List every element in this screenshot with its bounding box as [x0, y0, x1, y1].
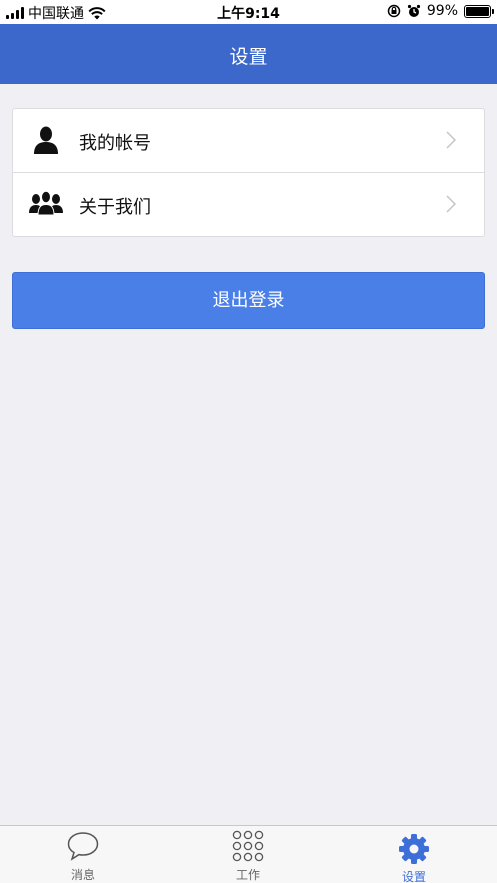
- battery-percent: 99%: [426, 3, 458, 19]
- status-right: 99%: [387, 3, 494, 19]
- chevron-right-icon: [446, 195, 456, 213]
- tab-label: 消息: [70, 868, 95, 882]
- person-icon: [34, 126, 58, 154]
- nav-bar: 设置: [0, 24, 497, 84]
- tab-messages[interactable]: 消息: [0, 826, 166, 883]
- settings-screen: 中国联通 上午9:14 99% 设置 我的帐号 关于我们 退出登录 消息 工作 …: [0, 0, 497, 883]
- settings-list: 我的帐号 关于我们: [12, 108, 485, 237]
- group-icon: [29, 190, 63, 216]
- tab-work[interactable]: 工作: [165, 826, 331, 883]
- rotation-lock-icon: [387, 4, 401, 18]
- list-item-my-account[interactable]: 我的帐号: [13, 109, 484, 172]
- tab-bar: 消息 工作 设置: [0, 825, 497, 883]
- chat-bubble-icon: [67, 832, 99, 861]
- grid-icon: [232, 830, 264, 862]
- list-item-label: 我的帐号: [79, 133, 151, 154]
- tab-label: 工作: [235, 868, 260, 882]
- chevron-right-icon: [446, 131, 456, 149]
- tab-label: 设置: [401, 870, 426, 883]
- tab-settings[interactable]: 设置: [331, 826, 497, 883]
- alarm-icon: [407, 4, 420, 17]
- status-bar: 中国联通 上午9:14 99%: [0, 0, 497, 24]
- battery-icon: [464, 4, 494, 18]
- logout-button[interactable]: 退出登录: [12, 272, 485, 329]
- list-item-about-us[interactable]: 关于我们: [13, 172, 484, 235]
- list-item-label: 关于我们: [79, 197, 151, 218]
- gear-icon: [399, 834, 429, 864]
- page-title: 设置: [229, 46, 268, 68]
